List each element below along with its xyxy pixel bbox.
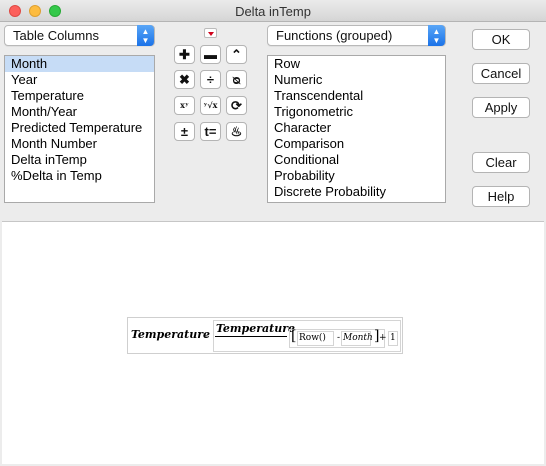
caret-up-icon: ⌃ [231,47,242,62]
minus-icon: ▬ [204,47,217,62]
peel-button[interactable]: ♨ [226,122,247,141]
negate-button[interactable]: ± [174,122,195,141]
chevron-updown-icon: ▲ ▼ [137,25,154,46]
formula-term-temperature[interactable]: Temperature [131,328,210,341]
list-item[interactable]: Probability [268,168,445,184]
list-item[interactable]: Month [5,56,154,72]
list-item[interactable]: Comparison [268,136,445,152]
formula-minus-operator: - [337,333,341,343]
negate-icon: ± [180,124,189,139]
list-item[interactable]: Temperature [5,88,154,104]
root-icon: ʸ√x [203,100,218,110]
functions-popup[interactable]: Functions (grouped) ▲ ▼ [267,25,446,46]
window-title: Delta inTemp [235,4,311,19]
list-item[interactable]: Numeric [268,72,445,88]
list-item[interactable]: %Delta in Temp [5,168,154,184]
power-icon: xʸ [180,100,189,110]
cancel-button[interactable]: Cancel [472,63,530,84]
list-item[interactable]: Month Number [5,136,154,152]
insert-arrow-icon[interactable] [204,28,217,38]
list-item[interactable]: Month/Year [5,104,154,120]
formula-editor-window: Delta inTemp Table Columns ▲ ▼ Month Year T… [0,0,546,466]
chevron-updown-icon: ▲ ▼ [428,25,445,46]
clear-button[interactable]: Clear [472,152,530,173]
peel-icon: ♨ [230,124,243,139]
root-button[interactable]: ʸ√x [200,96,221,115]
swap-button[interactable]: ⟳ [226,96,247,115]
list-item[interactable]: Predicted Temperature [5,120,154,136]
row-function[interactable]: Row() [299,333,326,343]
formula-numerator-temperature[interactable]: Temperature [216,322,295,335]
formula-plus-operator: + [379,333,387,343]
help-button[interactable]: Help [472,186,530,207]
columns-popup[interactable]: Table Columns ▲ ▼ [4,25,155,46]
list-item[interactable]: Discrete Probability [268,184,445,200]
list-item[interactable]: Year [5,72,154,88]
equals-button[interactable]: t= [200,122,221,141]
divide-icon: ÷ [206,72,215,87]
multiply-button[interactable]: ✖ [174,70,195,89]
apply-button[interactable]: Apply [472,97,530,118]
list-item[interactable]: Character [268,120,445,136]
power-button[interactable]: xʸ [174,96,195,115]
ok-button[interactable]: OK [472,29,530,50]
formula-minus-operator: - [205,330,209,343]
local-assign-icon: t= [204,124,217,139]
divide-button[interactable]: ÷ [200,70,221,89]
raise-button[interactable]: ⌃ [226,45,247,64]
functions-popup-value: Functions (grouped) [276,28,393,43]
assign-button[interactable]: ᴓ [226,70,247,89]
list-item[interactable]: Delta inTemp [5,152,154,168]
list-item[interactable]: Trigonometric [268,104,445,120]
subtract-button[interactable]: ▬ [200,45,221,64]
list-item[interactable]: Transcendental [268,88,445,104]
formula-term-month[interactable]: Month [343,333,373,343]
formula-constant-one[interactable]: 1 [390,333,396,343]
assign-icon: ᴓ [232,72,241,87]
add-button[interactable]: ✚ [174,45,195,64]
plus-icon: ✚ [179,47,190,62]
list-item[interactable]: Conditional [268,152,445,168]
open-bracket: [ [291,328,297,344]
fraction-bar [215,336,287,337]
multiply-icon: ✖ [179,72,190,87]
columns-popup-value: Table Columns [13,28,99,43]
formula-expression[interactable]: Temperature - Temperature [ Row() - Mont… [127,317,403,354]
table-columns-list[interactable]: Month Year Temperature Month/Year Predicted … [4,55,155,203]
title-bar[interactable]: Delta inTemp [0,0,546,22]
swap-icon: ⟳ [231,98,242,113]
list-item[interactable]: Row [268,56,445,72]
functions-list[interactable]: Row Numeric Transcendental Trigonometric Cha… [267,55,446,203]
